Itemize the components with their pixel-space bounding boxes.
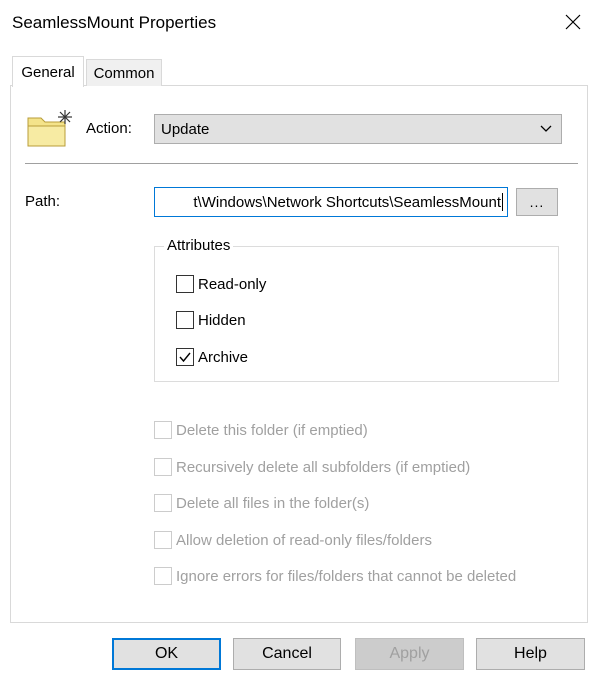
- path-input[interactable]: t\Windows\Network Shortcuts\SeamlessMoun…: [154, 187, 508, 217]
- close-icon: [565, 14, 581, 30]
- help-button-label: Help: [514, 645, 547, 662]
- ok-button[interactable]: OK: [112, 638, 221, 670]
- hidden-checkbox[interactable]: [176, 311, 194, 329]
- checkmark-icon: [179, 352, 191, 363]
- cancel-button[interactable]: Cancel: [233, 638, 341, 670]
- text-caret: [502, 193, 503, 211]
- tab-common[interactable]: Common: [86, 59, 162, 86]
- delete-files-option[interactable]: Delete all files in the folder(s): [154, 494, 369, 512]
- separator: [25, 163, 578, 164]
- hidden-checkbox-row[interactable]: Hidden: [176, 311, 246, 329]
- window-title: SeamlessMount Properties: [12, 13, 217, 32]
- tab-general[interactable]: General: [12, 56, 84, 87]
- attributes-legend: Attributes: [164, 237, 234, 254]
- tab-general-label: General: [21, 63, 75, 81]
- archive-checkbox[interactable]: [176, 348, 194, 366]
- cancel-button-label: Cancel: [262, 645, 312, 662]
- delete-files-checkbox[interactable]: [154, 494, 172, 512]
- recursive-delete-label: Recursively delete all subfolders (if em…: [176, 458, 471, 476]
- browse-button[interactable]: ...: [516, 188, 558, 216]
- close-button[interactable]: [554, 6, 592, 38]
- ignore-errors-label: Ignore errors for files/folders that can…: [176, 567, 517, 585]
- read-only-label: Read-only: [198, 275, 267, 293]
- ignore-errors-checkbox[interactable]: [154, 567, 172, 585]
- path-label: Path:: [25, 193, 61, 210]
- delete-folder-option[interactable]: Delete this folder (if emptied): [154, 421, 368, 439]
- chevron-down-icon: [540, 125, 552, 132]
- action-dropdown[interactable]: Update: [154, 114, 562, 144]
- tab-common-label: Common: [93, 64, 155, 82]
- delete-folder-checkbox[interactable]: [154, 421, 172, 439]
- read-only-checkbox[interactable]: [176, 275, 194, 293]
- hidden-label: Hidden: [198, 311, 246, 329]
- delete-folder-label: Delete this folder (if emptied): [176, 421, 368, 439]
- folder-new-icon: [25, 108, 75, 154]
- ignore-errors-option[interactable]: Ignore errors for files/folders that can…: [154, 567, 516, 585]
- archive-label: Archive: [198, 348, 249, 366]
- archive-checkbox-row[interactable]: Archive: [176, 348, 248, 366]
- allow-readonly-deletion-label: Allow deletion of read-only files/folder…: [176, 531, 432, 549]
- action-label: Action:: [86, 120, 132, 137]
- ok-button-label: OK: [154, 645, 179, 662]
- apply-button[interactable]: Apply: [355, 638, 464, 670]
- allow-readonly-deletion-checkbox[interactable]: [154, 531, 172, 549]
- help-button[interactable]: Help: [476, 638, 585, 670]
- action-selected-value: Update: [161, 120, 210, 138]
- recursive-delete-option[interactable]: Recursively delete all subfolders (if em…: [154, 458, 470, 476]
- apply-button-label: Apply: [389, 645, 430, 662]
- read-only-checkbox-row[interactable]: Read-only: [176, 275, 266, 293]
- recursive-delete-checkbox[interactable]: [154, 458, 172, 476]
- allow-readonly-deletion-option[interactable]: Allow deletion of read-only files/folder…: [154, 531, 432, 549]
- delete-files-label: Delete all files in the folder(s): [176, 494, 370, 512]
- path-input-value: t\Windows\Network Shortcuts\SeamlessMoun…: [193, 193, 501, 211]
- browse-button-label: ...: [529, 194, 545, 210]
